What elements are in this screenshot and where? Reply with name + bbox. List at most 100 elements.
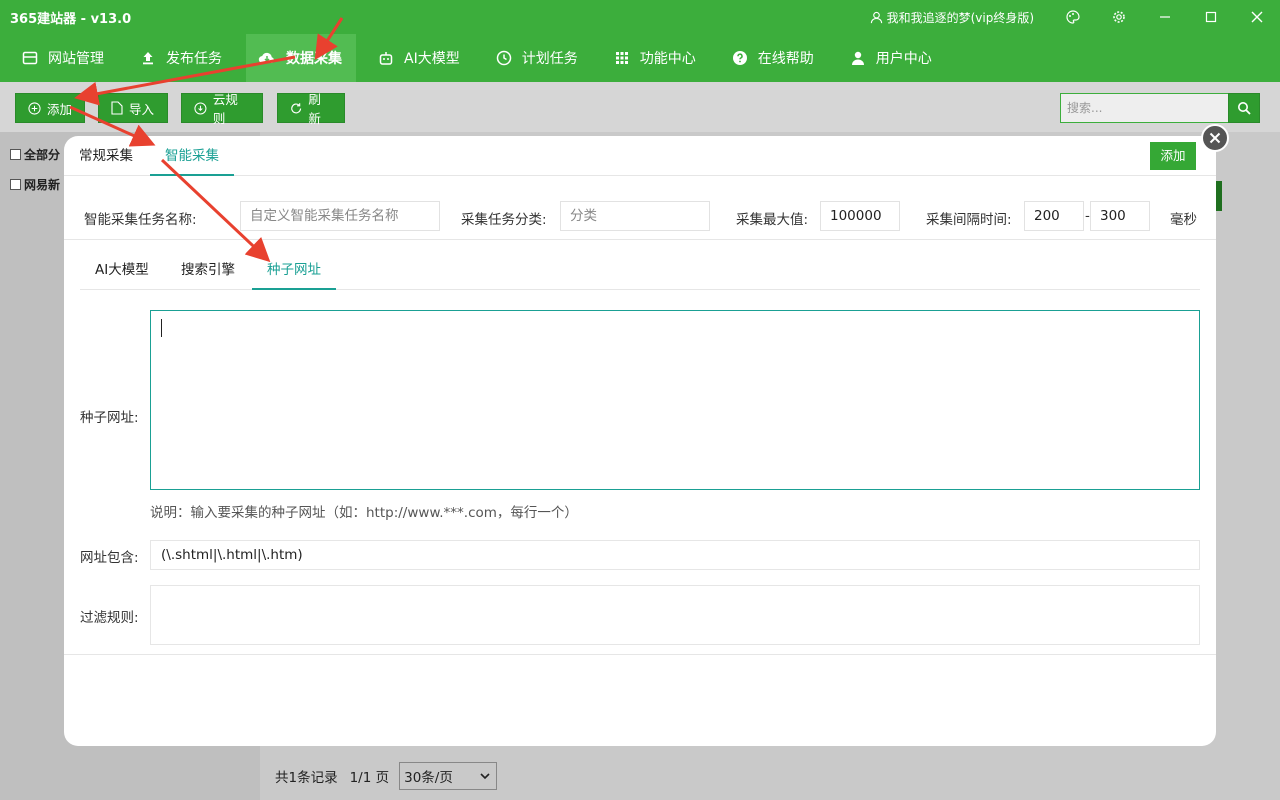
tab-smart-collect[interactable]: 智能采集 — [150, 136, 234, 176]
palette-icon — [1066, 10, 1080, 24]
filter-rules-label: 过滤规则: — [80, 610, 139, 626]
download-circle-icon — [194, 101, 207, 115]
seed-urls-hint: 说明：输入要采集的种子网址（如：http://www.***.com，每行一个） — [150, 505, 578, 521]
nav-publish-task[interactable]: 发布任务 — [128, 34, 236, 82]
dialog-divider — [64, 654, 1216, 655]
search-input[interactable]: 搜索... — [1060, 93, 1228, 123]
refresh-label: 刷新 — [308, 92, 321, 126]
nav-label: 功能中心 — [639, 51, 696, 67]
nav-scheduled-task[interactable]: 计划任务 — [484, 34, 592, 82]
tab-ai-model[interactable]: AI大模型 — [80, 252, 164, 290]
user-account[interactable]: 我和我追逐的梦(vip终身版) — [870, 9, 1034, 26]
nav-label: 计划任务 — [521, 51, 578, 67]
seed-urls-label: 种子网址: — [80, 410, 139, 426]
add-task-label: 添加 — [47, 101, 73, 117]
dialog-tabs: 常规采集 智能采集 添加 — [64, 136, 1216, 176]
interval-unit: 毫秒 — [1170, 212, 1197, 228]
search-button[interactable] — [1228, 93, 1260, 123]
task-params: 智能采集任务名称: 自定义智能采集任务名称 采集任务分类: 分类 采集最大值: … — [64, 190, 1216, 240]
interval-min-input[interactable]: 200 — [1024, 201, 1084, 231]
page-size-select[interactable]: 30条/页 — [399, 762, 498, 790]
smart-collect-dialog: 常规采集 智能采集 添加 智能采集任务名称: 自定义智能采集任务名称 采集任务分… — [64, 136, 1216, 746]
user-name: 我和我追逐的梦(vip终身版) — [886, 10, 1034, 25]
max-value-input[interactable]: 100000 — [820, 201, 900, 231]
minimize-button[interactable] — [1142, 0, 1188, 34]
window-title: 365建站器 - v13.0 — [10, 11, 132, 27]
nav-ai-model[interactable]: AI大模型 — [366, 34, 474, 82]
dialog-close-button[interactable] — [1201, 124, 1229, 152]
checkbox[interactable] — [10, 149, 21, 160]
interval-label: 采集间隔时间: — [926, 212, 1012, 228]
max-value-label: 采集最大值: — [736, 212, 809, 228]
upload-icon — [143, 52, 153, 65]
nav-website-manage[interactable]: 网站管理 — [10, 34, 118, 82]
refresh-button[interactable]: 刷新 — [277, 92, 345, 126]
add-task-button[interactable]: 添加 — [15, 93, 85, 123]
maximize-icon — [1205, 11, 1217, 23]
nav-function-center[interactable]: 功能中心 — [602, 34, 710, 82]
url-include-input[interactable]: (\.shtml|\.html|\.htm) — [150, 540, 1200, 570]
tab-search-engine[interactable]: 搜索引擎 — [166, 252, 250, 290]
nav-user-center[interactable]: 用户中心 — [838, 34, 946, 82]
nav-label: 在线帮助 — [757, 51, 814, 67]
import-label: 导入 — [129, 101, 155, 117]
category-all[interactable]: 全部分 — [10, 146, 60, 163]
source-tabs: AI大模型 搜索引擎 种子网址 — [80, 252, 1200, 290]
task-name-label: 智能采集任务名称: — [84, 212, 197, 228]
nav-label: 数据采集 — [286, 51, 342, 67]
plus-circle-icon — [28, 101, 41, 115]
checkbox[interactable] — [10, 179, 21, 190]
tab-seed-urls[interactable]: 种子网址 — [252, 252, 336, 290]
dialog-add-button[interactable]: 添加 — [1150, 142, 1196, 170]
maximize-button[interactable] — [1188, 0, 1234, 34]
app-header: 365建站器 - v13.0 我和我追逐的梦(vip终身版) 网站管理 发布任务… — [0, 0, 1280, 82]
skin-button[interactable] — [1050, 0, 1096, 34]
cloud-rules-label: 云规则 — [212, 92, 238, 126]
filter-rules-input[interactable] — [150, 585, 1200, 645]
website-icon — [22, 51, 38, 65]
category-label: 网易新 — [24, 178, 61, 192]
nav-label: 用户中心 — [875, 51, 932, 67]
close-icon — [1209, 132, 1221, 144]
gear-icon — [1113, 11, 1125, 23]
category-label: 采集任务分类: — [461, 212, 547, 228]
title-bar-right: 我和我追逐的梦(vip终身版) — [870, 0, 1280, 34]
user-icon — [851, 51, 864, 65]
search-icon — [1238, 102, 1251, 115]
record-count: 共1条记录 — [275, 770, 338, 786]
seed-urls-textarea[interactable] — [150, 310, 1200, 490]
text-caret — [161, 319, 162, 337]
cloud-download-icon — [258, 52, 274, 64]
help-icon — [732, 51, 747, 65]
close-window-button[interactable] — [1234, 0, 1280, 34]
user-outline-icon — [870, 11, 882, 23]
cloud-rules-button[interactable]: 云规则 — [181, 92, 263, 126]
toolbar: 添加 导入 云规则 刷新 搜索... — [0, 82, 1280, 132]
settings-button[interactable] — [1096, 0, 1142, 34]
grid-icon — [615, 52, 628, 64]
category-label: 全部分 — [24, 148, 61, 162]
chevron-down-icon — [480, 772, 490, 779]
category-netease[interactable]: 网易新 — [10, 176, 60, 193]
refresh-icon — [291, 102, 302, 113]
nav-label: 网站管理 — [48, 51, 104, 67]
import-button[interactable]: 导入 — [98, 93, 168, 123]
page-indicator: 1/1 页 — [349, 770, 390, 786]
robot-icon — [379, 52, 393, 65]
file-icon — [111, 101, 123, 115]
close-icon — [1251, 11, 1263, 23]
main-nav: 网站管理 发布任务 数据采集 AI大模型 计划任务 功能中心 在线帮助 用户中心 — [0, 34, 1280, 82]
nav-data-collect[interactable]: 数据采集 — [246, 34, 356, 82]
page-size-value: 30条/页 — [404, 770, 453, 786]
clock-icon — [496, 50, 511, 66]
pagination: 共1条记录 1/1 页 30条/页 — [275, 762, 498, 790]
nav-online-help[interactable]: 在线帮助 — [720, 34, 828, 82]
minimize-icon — [1160, 16, 1170, 18]
category-input[interactable]: 分类 — [560, 201, 710, 231]
task-name-input[interactable]: 自定义智能采集任务名称 — [240, 201, 440, 231]
url-include-label: 网址包含: — [80, 550, 139, 566]
nav-label: 发布任务 — [166, 51, 222, 67]
tab-regular-collect[interactable]: 常规采集 — [64, 136, 148, 176]
title-bar: 365建站器 - v13.0 我和我追逐的梦(vip终身版) — [0, 0, 1280, 34]
interval-max-input[interactable]: 300 — [1090, 201, 1150, 231]
